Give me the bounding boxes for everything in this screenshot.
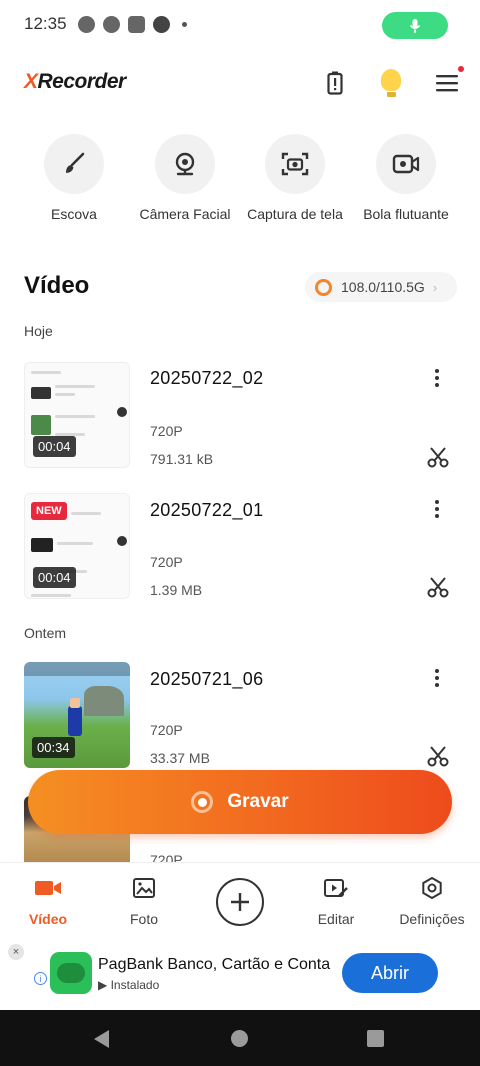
nav-label: Definições — [399, 911, 465, 927]
video-resolution: 720P — [150, 852, 183, 862]
home-icon[interactable] — [231, 1030, 248, 1047]
edit-video-icon — [324, 879, 348, 897]
screenshot-camera-icon — [281, 152, 309, 176]
video-thumbnail[interactable]: NEW 00:04 — [24, 493, 130, 599]
ad-close-button[interactable]: × — [8, 944, 24, 960]
photo-icon — [133, 878, 155, 898]
ad-open-button[interactable]: Abrir — [342, 953, 438, 993]
tips-button[interactable] — [376, 68, 406, 98]
battery-saver-icon — [327, 71, 343, 95]
video-resolution: 720P — [150, 423, 183, 439]
add-button[interactable] — [216, 878, 264, 926]
record-icon — [191, 791, 214, 813]
app-logo: XRecorder — [24, 70, 126, 93]
tool-webcam[interactable]: Câmera Facial — [130, 134, 240, 222]
trim-scissors-icon[interactable] — [426, 445, 450, 469]
tool-floating-circle — [376, 134, 436, 194]
brush-icon — [66, 152, 85, 173]
tool-webcam-circle — [155, 134, 215, 194]
bottom-nav: Vídeo Foto Editar Definições — [0, 862, 480, 936]
settings-icon — [422, 876, 442, 900]
video-name[interactable]: 20250721_06 — [150, 669, 263, 690]
tool-screenshot-circle — [265, 134, 325, 194]
nav-settings[interactable]: Definições — [384, 875, 480, 927]
instagram-icon — [128, 16, 145, 33]
more-options-button[interactable] — [428, 367, 446, 389]
ad-app-logo — [50, 952, 92, 994]
more-options-button[interactable] — [428, 498, 446, 520]
tool-label: Câmera Facial — [139, 206, 231, 222]
whatsapp-icon — [78, 16, 95, 33]
tool-floating-ball[interactable]: Bola flutuante — [351, 134, 461, 222]
menu-button[interactable] — [432, 68, 462, 98]
trim-scissors-icon[interactable] — [426, 744, 450, 768]
group-label-yesterday: Ontem — [24, 625, 67, 641]
ad-title: PagBank Banco, Cartão e Conta — [98, 956, 331, 973]
ad-banner[interactable]: × i PagBank Banco, Cartão e Conta ▶ Inst… — [0, 938, 480, 1010]
more-notifications-icon — [182, 22, 187, 27]
nav-label: Vídeo — [28, 911, 68, 927]
video-size: 1.39 MB — [150, 582, 203, 598]
more-options-button[interactable] — [428, 667, 446, 689]
storage-text: 108.0/110.5G — [341, 279, 425, 295]
video-name[interactable]: 20250722_01 — [150, 500, 263, 521]
trim-scissors-icon[interactable] — [426, 575, 450, 599]
video-resolution: 720P — [150, 722, 183, 738]
ad-info-icon[interactable]: i — [34, 972, 47, 985]
ad-install-status: ▶ Instalado — [98, 978, 160, 992]
video-duration: 00:34 — [32, 737, 75, 758]
tool-label: Escova — [51, 206, 97, 222]
battery-saver-button[interactable] — [320, 68, 350, 98]
messenger-icon — [103, 16, 120, 33]
tool-brush-circle — [44, 134, 104, 194]
nav-label: Foto — [129, 911, 158, 927]
record-label: Gravar — [227, 791, 289, 812]
mic-indicator[interactable] — [382, 12, 448, 39]
mic-icon — [409, 18, 421, 33]
notification-icons — [78, 16, 187, 33]
record-button[interactable]: Gravar — [28, 770, 452, 834]
new-badge: NEW — [31, 502, 67, 520]
video-name[interactable]: 20250722_02 — [150, 368, 263, 389]
nav-video[interactable]: Vídeo — [0, 875, 96, 927]
status-time: 12:35 — [24, 14, 67, 33]
menu-icon — [436, 75, 458, 92]
notification-dot — [458, 66, 464, 72]
tool-screenshot[interactable]: Captura de tela — [240, 134, 350, 222]
video-camera-icon — [35, 881, 61, 895]
tool-label: Bola flutuante — [363, 206, 449, 222]
play-store-icon: ▶ — [98, 978, 108, 992]
system-nav-bar — [0, 1010, 480, 1066]
webcam-icon — [175, 152, 195, 176]
back-icon[interactable] — [94, 1030, 109, 1048]
tool-label: Captura de tela — [247, 206, 343, 222]
video-duration: 00:04 — [33, 567, 76, 588]
floating-video-icon — [392, 154, 420, 174]
nav-photo[interactable]: Foto — [96, 875, 192, 927]
video-thumbnail[interactable]: 00:34 — [24, 662, 130, 768]
nav-edit[interactable]: Editar — [288, 875, 384, 927]
tool-brush[interactable]: Escova — [19, 134, 129, 222]
video-resolution: 720P — [150, 554, 183, 570]
video-size: 33.37 MB — [150, 750, 210, 766]
nav-label: Editar — [317, 911, 355, 927]
video-size: 791.31 kB — [150, 451, 214, 467]
chevron-right-icon: › — [432, 279, 438, 295]
group-label-today: Hoje — [24, 323, 53, 339]
circle-icon — [153, 16, 170, 33]
storage-ring-icon — [315, 278, 332, 296]
storage-indicator[interactable]: 108.0/110.5G › — [305, 272, 457, 302]
plus-icon — [231, 893, 249, 911]
recents-icon[interactable] — [367, 1030, 384, 1047]
video-duration: 00:04 — [33, 436, 76, 457]
video-thumbnail[interactable]: 00:04 — [24, 362, 130, 468]
tips-bulb-icon — [381, 69, 401, 97]
section-title: Vídeo — [24, 272, 90, 299]
